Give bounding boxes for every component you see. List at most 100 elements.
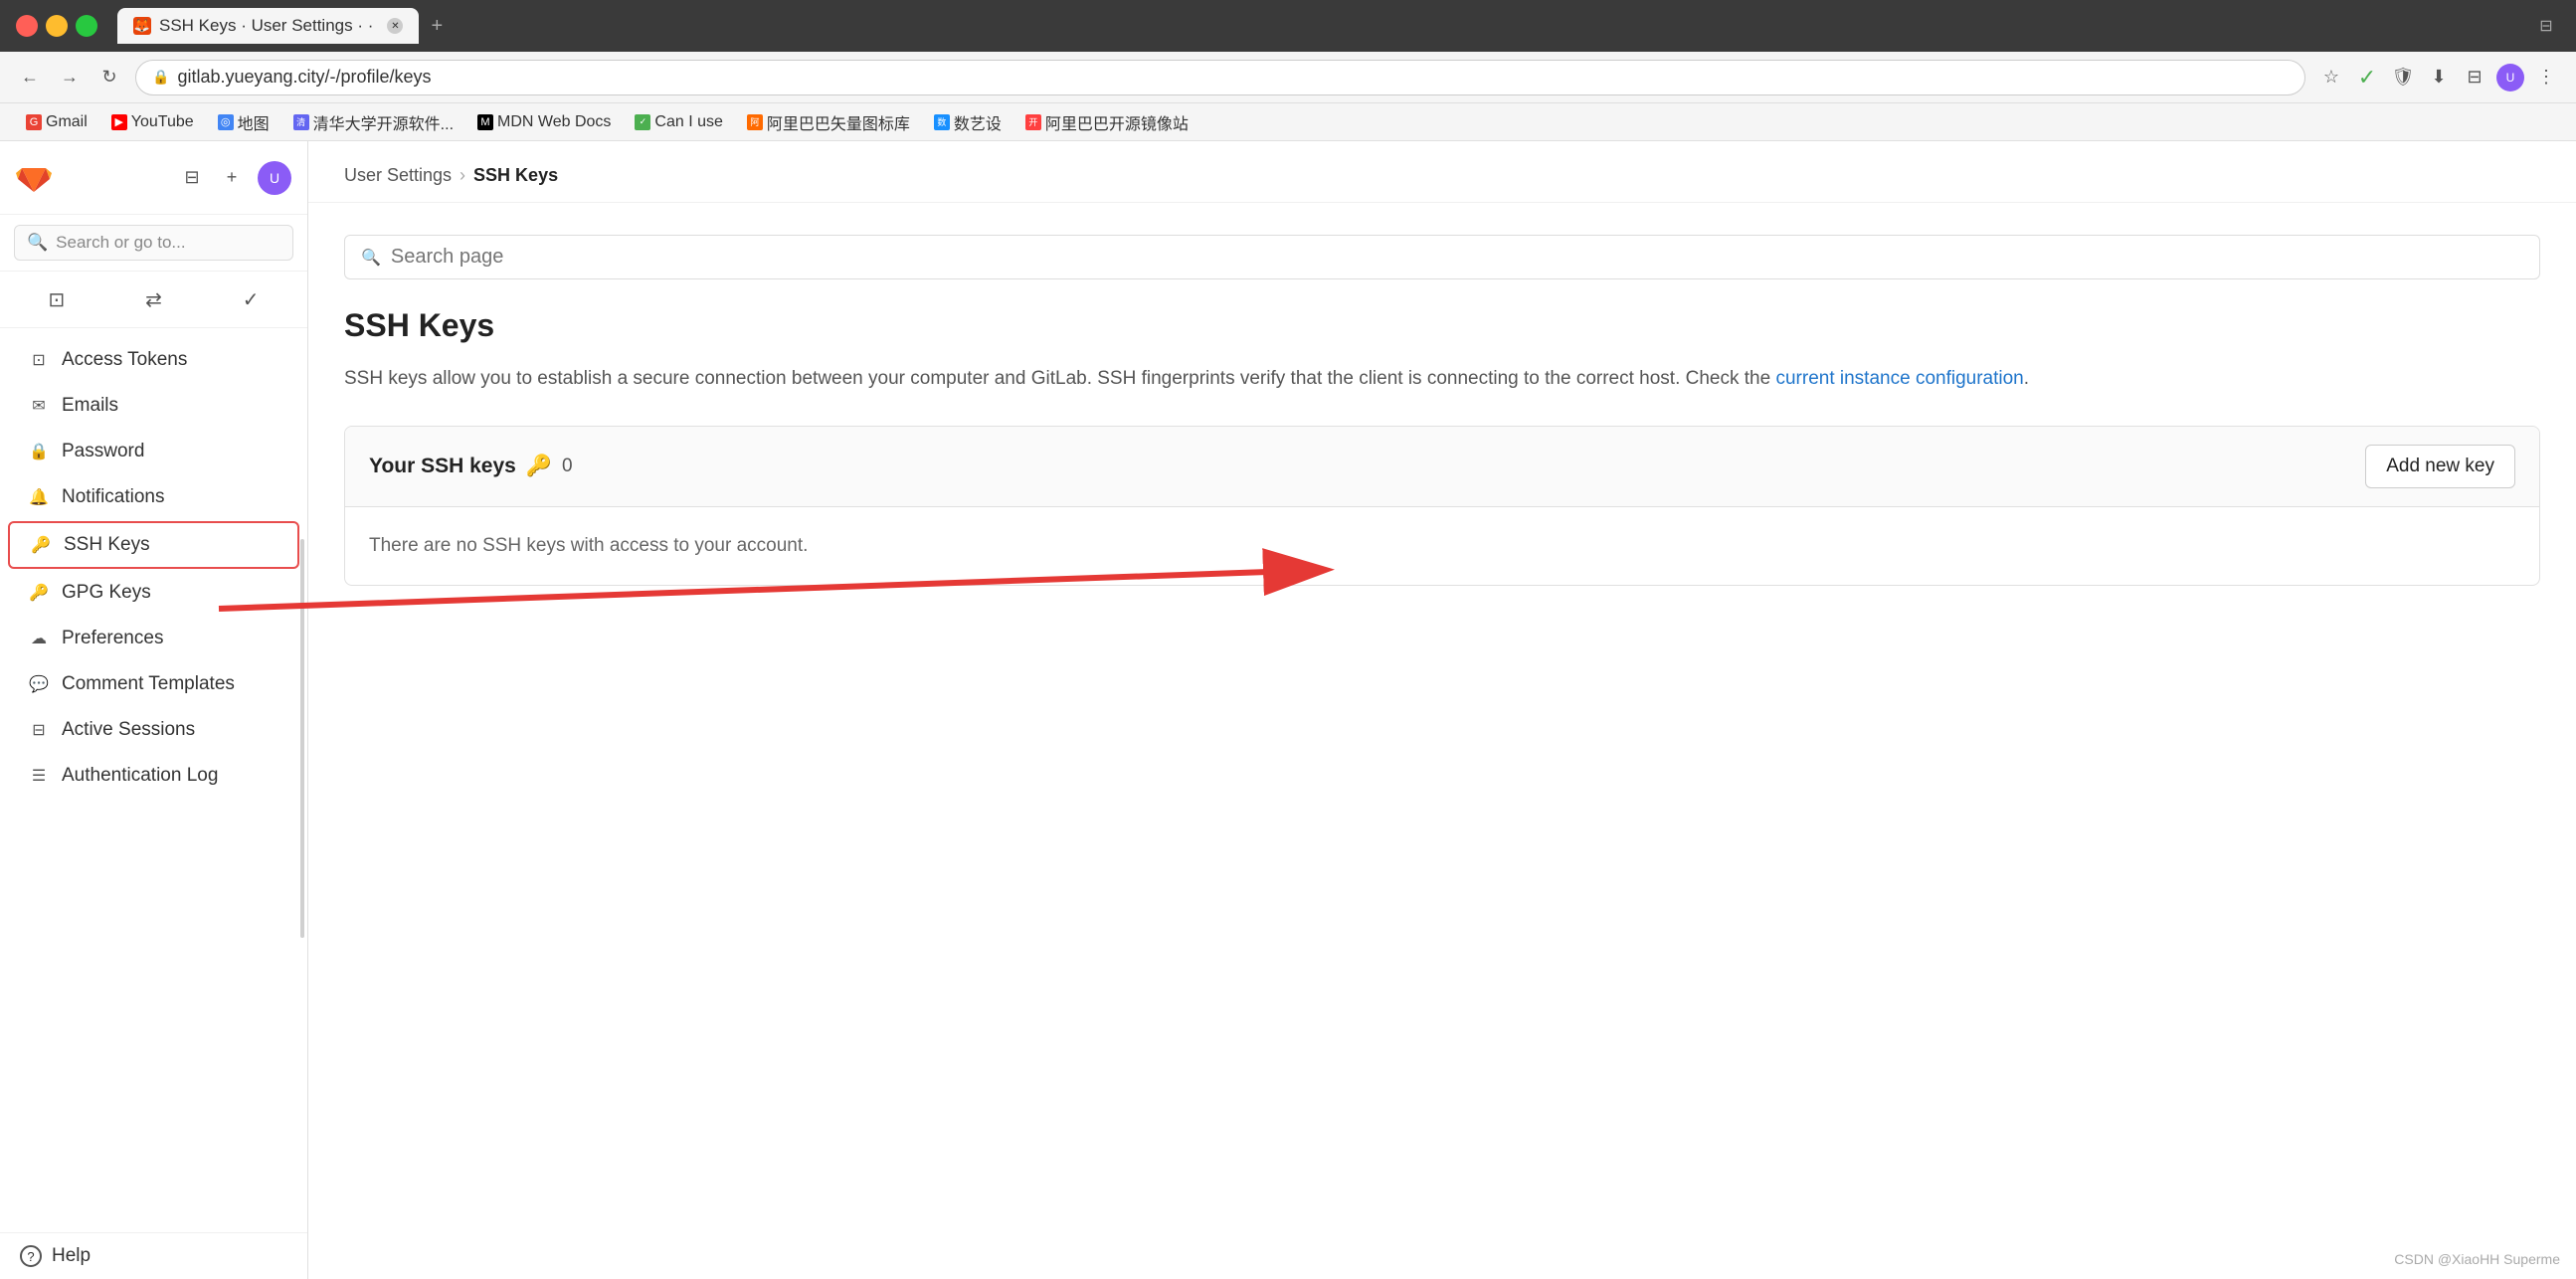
ssh-keys-icon: 🔑 [30, 534, 52, 556]
tab-favicon: 🦊 [133, 17, 151, 35]
gitlab-logo[interactable] [16, 157, 52, 198]
notifications-icon: 🔔 [28, 486, 50, 508]
nav-bar: ← → ↻ 🔒 gitlab.yueyang.city/-/profile/ke… [0, 52, 2576, 103]
config-link[interactable]: current instance configuration [1775, 368, 2023, 389]
page-search-input[interactable] [391, 246, 2523, 269]
close-button[interactable] [16, 15, 38, 37]
ssh-keys-section: Your SSH keys 🔑 0 Add new key There are … [344, 426, 2540, 586]
gmail-favicon: G [26, 114, 42, 130]
sidebar-item-emails[interactable]: ✉ Emails [8, 384, 299, 428]
refresh-button[interactable]: ↻ [95, 64, 123, 91]
shield-button[interactable]: 🛡 [2389, 64, 2417, 91]
sidebar-user-avatar[interactable]: U [258, 161, 291, 195]
active-tab[interactable]: 🦊 SSH Keys · User Settings · · ✕ [117, 8, 419, 44]
ssh-keys-title-text: Your SSH keys [369, 455, 516, 478]
bookmark-maps[interactable]: ◎ 地图 [208, 106, 279, 138]
checkmark-button[interactable]: ✓ [2353, 64, 2381, 91]
shejiyun-label: 数艺设 [954, 110, 1002, 134]
bookmark-star-button[interactable]: ☆ [2317, 64, 2345, 91]
ssh-keys-header: Your SSH keys 🔑 0 Add new key [345, 427, 2539, 507]
sidebar-item-password[interactable]: 🔒 Password [8, 430, 299, 473]
sidebar-add-button[interactable]: + [218, 164, 246, 192]
nav-actions: ☆ ✓ 🛡 ⬇ ⊟ U ⋮ [2317, 64, 2560, 91]
help-icon: ? [20, 1245, 42, 1267]
add-new-key-button[interactable]: Add new key [2365, 445, 2515, 488]
mirror-favicon: 开 [1025, 114, 1041, 130]
sidebar-actions: ⊟ + U [178, 161, 291, 195]
sidebar-scrollbar [300, 539, 304, 937]
sidebar-item-active-sessions[interactable]: ⊟ Active Sessions [8, 708, 299, 752]
comment-templates-label: Comment Templates [62, 673, 235, 695]
password-label: Password [62, 441, 144, 462]
gmail-label: Gmail [46, 113, 88, 131]
menu-button[interactable]: ⋮ [2532, 64, 2560, 91]
access-tokens-icon: ⊡ [28, 349, 50, 371]
sidebar-nav-merges[interactable]: ⇄ [128, 279, 178, 319]
sidebar-item-preferences[interactable]: ☁ Preferences [8, 617, 299, 660]
ssh-keys-label: SSH Keys [64, 534, 150, 556]
bookmark-mdn[interactable]: M MDN Web Docs [467, 109, 621, 135]
ssh-keys-section-title: Your SSH keys 🔑 0 [369, 455, 573, 478]
sidebar-footer: ? Help [0, 1232, 307, 1279]
help-link[interactable]: ? Help [20, 1245, 287, 1267]
address-bar[interactable]: 🔒 gitlab.yueyang.city/-/profile/keys [135, 60, 2305, 95]
sidebar-nav-icons: ⊡ ⇄ ✓ [0, 272, 307, 328]
download-button[interactable]: ⬇ [2425, 64, 2453, 91]
expand-button[interactable]: ⊟ [2532, 12, 2560, 40]
sidebar-item-gpg-keys[interactable]: 🔑 GPG Keys [8, 571, 299, 615]
sidebar-nav-tasks[interactable]: ✓ [226, 279, 276, 319]
sidebar-toggle-button[interactable]: ⊟ [178, 164, 206, 192]
shejiyun-favicon: 数 [934, 114, 950, 130]
breadcrumb-parent-link[interactable]: User Settings [344, 165, 452, 186]
app-layout: ⊟ + U 🔍 Search or go to... ⊡ ⇄ ✓ [0, 141, 2576, 1279]
preferences-icon: ☁ [28, 628, 50, 649]
sidebar: ⊟ + U 🔍 Search or go to... ⊡ ⇄ ✓ [0, 141, 308, 1279]
search-placeholder: Search or go to... [56, 233, 185, 253]
main-content: User Settings › SSH Keys 🔍 SSH Keys S [308, 141, 2576, 1279]
canuse-label: Can I use [654, 113, 722, 131]
search-icon: 🔍 [27, 233, 48, 253]
sidebar-item-notifications[interactable]: 🔔 Notifications [8, 475, 299, 519]
page-description: SSH keys allow you to establish a secure… [344, 364, 2540, 394]
bookmark-shejiyun[interactable]: 数 数艺设 [924, 106, 1012, 138]
layout-button[interactable]: ⊟ [2461, 64, 2488, 91]
sidebar-item-access-tokens[interactable]: ⊡ Access Tokens [8, 338, 299, 382]
active-sessions-icon: ⊟ [28, 719, 50, 741]
sidebar-item-comment-templates[interactable]: 💬 Comment Templates [8, 662, 299, 706]
url-display: gitlab.yueyang.city/-/profile/keys [177, 67, 431, 88]
mirror-label: 阿里巴巴开源镜像站 [1045, 110, 1189, 134]
sidebar-item-ssh-keys[interactable]: 🔑 SSH Keys [8, 521, 299, 569]
maximize-button[interactable] [76, 15, 97, 37]
alibaba-icon-favicon: 阿 [747, 114, 763, 130]
sidebar-item-authentication-log[interactable]: ☰ Authentication Log [8, 754, 299, 798]
breadcrumb: User Settings › SSH Keys [308, 141, 2576, 203]
mdn-label: MDN Web Docs [497, 113, 611, 131]
maps-label: 地图 [238, 110, 270, 134]
bookmark-canuse[interactable]: ✓ Can I use [625, 109, 732, 135]
sidebar-search-box[interactable]: 🔍 Search or go to... [14, 225, 293, 261]
traffic-lights [16, 15, 97, 37]
tab-close-button[interactable]: ✕ [387, 18, 403, 34]
ssh-keys-empty-message: There are no SSH keys with access to you… [345, 507, 2539, 585]
sidebar-nav-issues[interactable]: ⊡ [32, 279, 82, 319]
bookmark-tsinghua[interactable]: 清 清华大学开源软件... [283, 106, 463, 138]
page-search: 🔍 [344, 235, 2540, 279]
new-tab-button[interactable]: + [423, 12, 451, 40]
emails-label: Emails [62, 395, 118, 417]
bookmark-alibaba-icon[interactable]: 阿 阿里巴巴矢量图标库 [737, 106, 920, 138]
bookmark-mirror[interactable]: 开 阿里巴巴开源镜像站 [1015, 106, 1198, 138]
youtube-label: YouTube [131, 113, 194, 131]
watermark: CSDN @XiaoHH Superme [2394, 1251, 2560, 1267]
mdn-favicon: M [477, 114, 493, 130]
help-label: Help [52, 1245, 91, 1267]
user-avatar-nav[interactable]: U [2496, 64, 2524, 91]
description-text-2: . [2024, 368, 2029, 389]
bookmark-gmail[interactable]: G Gmail [16, 109, 97, 135]
key-count: 0 [562, 456, 573, 477]
forward-button[interactable]: → [56, 64, 84, 91]
bookmark-youtube[interactable]: ▶ YouTube [101, 109, 204, 135]
page-search-icon: 🔍 [361, 248, 381, 268]
minimize-button[interactable] [46, 15, 68, 37]
key-icon: 🔑 [526, 455, 552, 478]
back-button[interactable]: ← [16, 64, 44, 91]
